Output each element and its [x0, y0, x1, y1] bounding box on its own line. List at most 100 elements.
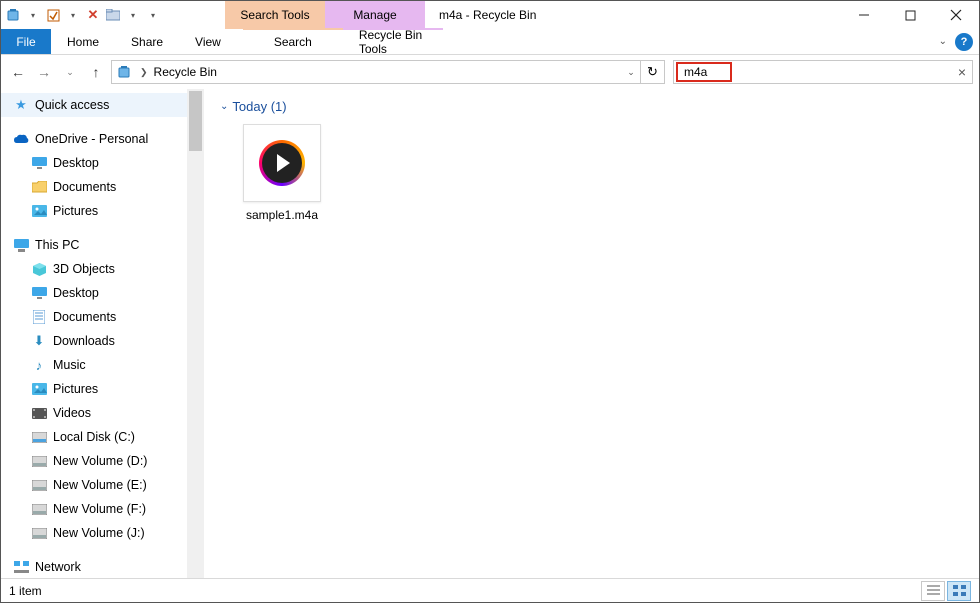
search-box[interactable]: × — [673, 60, 973, 84]
qat-dropdown3-icon[interactable]: ▾ — [125, 7, 141, 23]
pictures-icon — [31, 203, 47, 219]
ctx-tab-search: Search Tools — [225, 1, 325, 29]
sidebar-label: New Volume (J:) — [53, 526, 145, 540]
qat-dropdown2-icon[interactable]: ▾ — [65, 7, 81, 23]
tab-view[interactable]: View — [179, 29, 237, 54]
view-icons-button[interactable] — [947, 581, 971, 601]
drive-icon — [31, 429, 47, 445]
tab-home[interactable]: Home — [51, 29, 115, 54]
sidebar-label: Downloads — [53, 334, 115, 348]
qat-customize-icon[interactable]: ▾ — [145, 7, 161, 23]
sidebar-label: New Volume (F:) — [53, 502, 146, 516]
sidebar-item-documents[interactable]: Documents — [1, 305, 187, 329]
properties-icon[interactable] — [45, 7, 61, 23]
cube-icon — [31, 261, 47, 277]
nav-back-button[interactable]: ← — [7, 61, 29, 83]
documents-icon — [31, 309, 47, 325]
file-thumbnail — [243, 124, 321, 202]
nav-up-button[interactable]: ↑ — [85, 61, 107, 83]
sidebar-scrollbar[interactable] — [187, 89, 204, 578]
sidebar-item-volume-d[interactable]: New Volume (D:) — [1, 449, 187, 473]
sidebar-item-volume-j[interactable]: New Volume (J:) — [1, 521, 187, 545]
videos-icon — [31, 405, 47, 421]
quick-access-toolbar: ▾ ▾ ✕ ▾ ▾ — [1, 1, 165, 29]
sidebar-label: Desktop — [53, 286, 99, 300]
search-highlight — [676, 62, 732, 82]
media-play-icon — [259, 140, 305, 186]
search-input[interactable] — [684, 65, 724, 79]
qat-dropdown-icon[interactable]: ▾ — [25, 7, 41, 23]
close-button[interactable] — [933, 1, 979, 29]
sidebar-item-desktop[interactable]: Desktop — [1, 281, 187, 305]
sidebar-label: This PC — [35, 238, 79, 252]
sidebar-label: 3D Objects — [53, 262, 115, 276]
sidebar-item-network[interactable]: Network — [1, 555, 187, 578]
search-clear-icon[interactable]: × — [952, 64, 972, 80]
cloud-icon — [13, 131, 29, 147]
sidebar-label: Videos — [53, 406, 91, 420]
sidebar-label: Quick access — [35, 98, 109, 112]
window-title: m4a - Recycle Bin — [425, 1, 841, 29]
sidebar-label: Music — [53, 358, 86, 372]
help-icon[interactable]: ? — [955, 33, 973, 51]
contextual-tabs: Search Tools Manage — [225, 1, 425, 29]
status-bar: 1 item — [1, 578, 979, 602]
sidebar-item-volume-e[interactable]: New Volume (E:) — [1, 473, 187, 497]
star-icon: ★ — [13, 97, 29, 113]
sidebar-item-od-documents[interactable]: Documents — [1, 175, 187, 199]
window-controls — [841, 1, 979, 29]
sidebar-item-videos[interactable]: Videos — [1, 401, 187, 425]
sidebar-label: New Volume (D:) — [53, 454, 147, 468]
minimize-button[interactable] — [841, 1, 887, 29]
sidebar-item-od-pictures[interactable]: Pictures — [1, 199, 187, 223]
tab-recycle-tools[interactable]: Recycle Bin Tools — [343, 28, 443, 54]
sidebar-label: Documents — [53, 180, 116, 194]
sidebar-label: New Volume (E:) — [53, 478, 147, 492]
maximize-button[interactable] — [887, 1, 933, 29]
addr-dropdown-icon[interactable]: ⌄ — [622, 67, 640, 78]
ctx-tab-manage: Manage — [325, 1, 425, 29]
sidebar-item-music[interactable]: ♪Music — [1, 353, 187, 377]
scrollbar-thumb[interactable] — [189, 91, 202, 151]
sidebar-item-volume-f[interactable]: New Volume (F:) — [1, 497, 187, 521]
desktop-icon — [31, 155, 47, 171]
sidebar-item-this-pc[interactable]: This PC — [1, 233, 187, 257]
view-details-button[interactable] — [921, 581, 945, 601]
nav-forward-button[interactable]: → — [33, 61, 55, 83]
new-folder-icon[interactable] — [105, 7, 121, 23]
sidebar-item-onedrive[interactable]: OneDrive - Personal — [1, 127, 187, 151]
group-label: Today (1) — [232, 99, 286, 114]
drive-icon — [31, 477, 47, 493]
file-name: sample1.m4a — [234, 208, 330, 222]
sidebar-item-3d-objects[interactable]: 3D Objects — [1, 257, 187, 281]
address-bar[interactable]: ❯ Recycle Bin ⌄ ↻ — [111, 60, 665, 84]
addr-segment[interactable]: Recycle Bin — [152, 65, 219, 79]
sidebar-item-local-disk-c[interactable]: Local Disk (C:) — [1, 425, 187, 449]
recycle-bin-icon — [5, 7, 21, 23]
file-item[interactable]: sample1.m4a — [234, 124, 330, 222]
ribbon-collapse-icon[interactable]: ⌄ — [939, 36, 947, 47]
sidebar-item-quick-access[interactable]: ★ Quick access — [1, 93, 187, 117]
ribbon-tabs: File Home Share View Search Recycle Bin … — [1, 29, 979, 55]
pictures-icon — [31, 381, 47, 397]
sidebar-item-downloads[interactable]: ⬇ Downloads — [1, 329, 187, 353]
sidebar-item-pictures[interactable]: Pictures — [1, 377, 187, 401]
sidebar-item-od-desktop[interactable]: Desktop — [1, 151, 187, 175]
delete-icon[interactable]: ✕ — [85, 7, 101, 23]
nav-pane: ★ Quick access OneDrive - Personal Deskt… — [1, 89, 187, 578]
chevron-down-icon[interactable]: ⌄ — [220, 101, 228, 112]
downloads-icon: ⬇ — [31, 333, 47, 349]
tab-search[interactable]: Search — [243, 28, 343, 54]
nav-bar: ← → ⌄ ↑ ❯ Recycle Bin ⌄ ↻ × — [1, 55, 979, 89]
drive-icon — [31, 501, 47, 517]
tab-share[interactable]: Share — [115, 29, 179, 54]
tab-file[interactable]: File — [1, 29, 51, 54]
addr-separator-icon[interactable]: ❯ — [136, 67, 152, 78]
title-bar: ▾ ▾ ✕ ▾ ▾ Search Tools Manage m4a - Recy… — [1, 1, 979, 29]
group-header[interactable]: ⌄ Today (1) — [220, 99, 963, 114]
desktop-icon — [31, 285, 47, 301]
refresh-button[interactable]: ↻ — [640, 61, 664, 83]
nav-history-dropdown[interactable]: ⌄ — [59, 61, 81, 83]
drive-icon — [31, 525, 47, 541]
content-area[interactable]: ⌄ Today (1) sample1.m4a — [204, 89, 979, 578]
